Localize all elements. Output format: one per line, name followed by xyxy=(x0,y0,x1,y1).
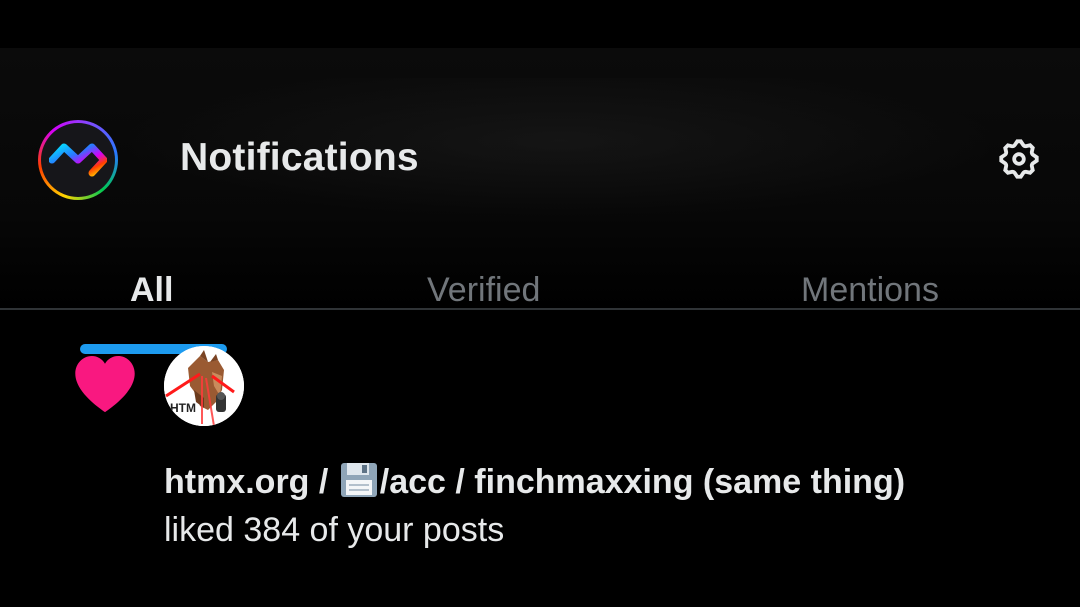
tab-all-label: All xyxy=(130,271,174,309)
like-notification[interactable]: HTM htmx.org / /acc / finchmaxxing (same… xyxy=(0,310,1080,607)
actor-name-suffix: /acc / finchmaxxing (same thing) xyxy=(379,463,906,501)
settings-button[interactable] xyxy=(996,136,1042,182)
status-bar-area xyxy=(0,0,1080,48)
gear-icon xyxy=(999,139,1039,179)
user-avatar[interactable]: HTM xyxy=(164,346,244,426)
notifications-header: Notifications All Verified Mentions xyxy=(0,48,1080,354)
tab-verified-label: Verified xyxy=(427,271,541,309)
logo-inner-circle xyxy=(41,123,115,197)
chevron-logo-icon xyxy=(49,143,107,177)
page-title: Notifications xyxy=(180,136,419,179)
actor-name[interactable]: htmx.org / /acc / finchmaxxing (same thi… xyxy=(164,460,905,504)
app-logo-icon[interactable] xyxy=(38,120,118,200)
notification-action-text: liked 384 of your posts xyxy=(164,511,505,549)
horse-laser-eyes-avatar-icon: HTM xyxy=(164,346,244,426)
floppy-disk-icon xyxy=(340,463,377,497)
tab-mentions-label: Mentions xyxy=(801,271,939,309)
actor-name-prefix: htmx.org / xyxy=(164,463,338,501)
heart-icon xyxy=(75,356,135,413)
avatar-text: HTM xyxy=(170,401,196,415)
